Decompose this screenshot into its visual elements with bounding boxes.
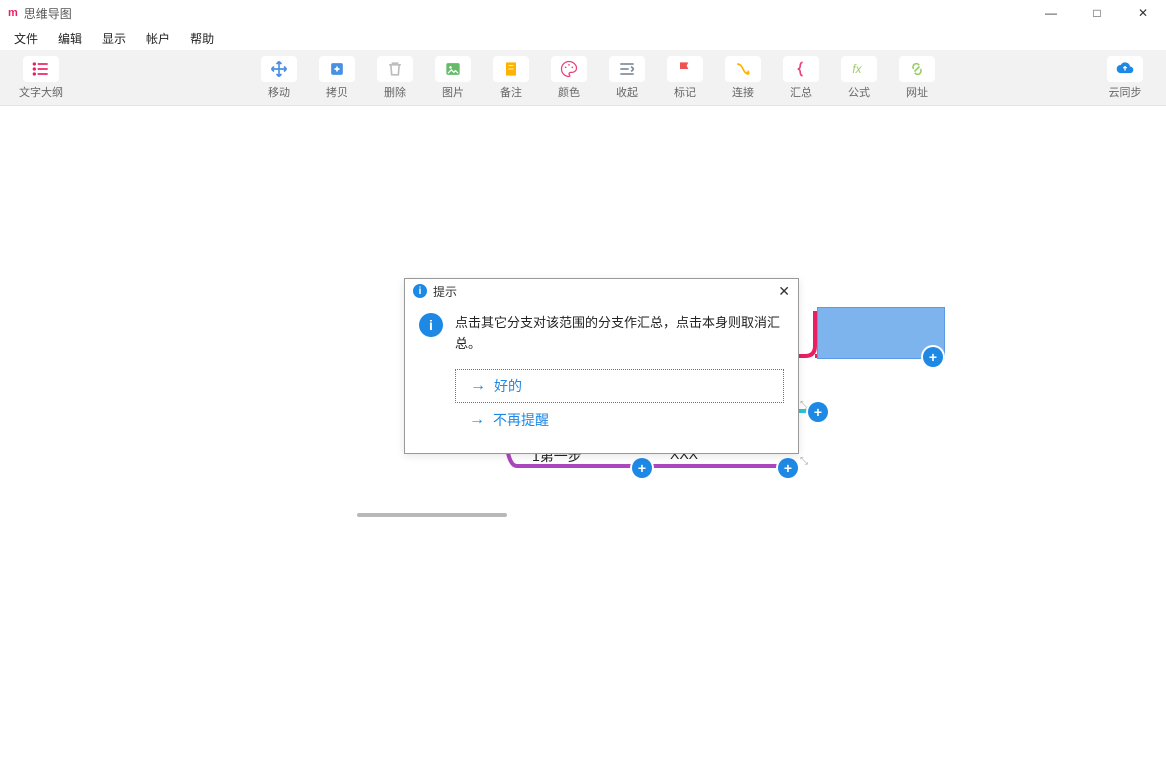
delete-button[interactable]: 删除 bbox=[370, 54, 420, 102]
add-node-button-4[interactable]: + bbox=[778, 458, 798, 478]
dont-remind-button[interactable]: → 不再提醒 bbox=[455, 403, 784, 437]
arrow-right-icon: → bbox=[470, 377, 486, 395]
arrow-right-icon: → bbox=[469, 411, 485, 429]
connect-label: 连接 bbox=[732, 84, 754, 100]
summary-label: 汇总 bbox=[790, 84, 812, 100]
svg-text:fx: fx bbox=[852, 63, 862, 76]
minimize-button[interactable]: — bbox=[1028, 0, 1074, 26]
move-label: 移动 bbox=[268, 84, 290, 100]
url-label: 网址 bbox=[906, 84, 928, 100]
info-icon: i bbox=[419, 313, 443, 337]
palette-icon bbox=[551, 56, 587, 82]
add-node-button-2[interactable]: + bbox=[808, 402, 828, 422]
copy-label: 拷贝 bbox=[326, 84, 348, 100]
ok-label: 好的 bbox=[494, 376, 522, 396]
collapse-icon bbox=[609, 56, 645, 82]
note-icon bbox=[493, 56, 529, 82]
menu-help[interactable]: 帮助 bbox=[180, 28, 224, 49]
dialog-body: i 点击其它分支对该范围的分支作汇总，点击本身则取消汇总。 → 好的 → 不再提… bbox=[405, 303, 798, 453]
brace-icon bbox=[783, 56, 819, 82]
dialog-title: 提示 bbox=[433, 283, 457, 300]
copy-icon bbox=[319, 56, 355, 82]
color-label: 颜色 bbox=[558, 84, 580, 100]
image-icon bbox=[435, 56, 471, 82]
window-controls: — □ ✕ bbox=[1028, 0, 1166, 26]
titlebar: m 思维导图 — □ ✕ bbox=[0, 0, 1166, 26]
menu-account[interactable]: 帐户 bbox=[136, 28, 180, 49]
summary-button[interactable]: 汇总 bbox=[776, 54, 826, 102]
menubar: 文件 编辑 显示 帐户 帮助 bbox=[0, 26, 1166, 50]
copy-button[interactable]: 拷贝 bbox=[312, 54, 362, 102]
tip-dialog: i 提示 ✕ i 点击其它分支对该范围的分支作汇总，点击本身则取消汇总。 → 好… bbox=[404, 278, 799, 454]
menu-edit[interactable]: 编辑 bbox=[48, 28, 92, 49]
outline-label: 文字大纲 bbox=[19, 84, 63, 100]
menu-file[interactable]: 文件 bbox=[4, 28, 48, 49]
app-icon: m bbox=[8, 7, 18, 19]
cloud-label: 云同步 bbox=[1109, 84, 1142, 100]
dialog-message: 点击其它分支对该范围的分支作汇总，点击本身则取消汇总。 bbox=[455, 313, 784, 355]
menu-view[interactable]: 显示 bbox=[92, 28, 136, 49]
note-button[interactable]: 备注 bbox=[486, 54, 536, 102]
cloud-icon bbox=[1107, 56, 1143, 82]
collapse-button[interactable]: 收起 bbox=[602, 54, 652, 102]
connect-icon bbox=[725, 56, 761, 82]
outline-button[interactable]: 文字大纲 bbox=[16, 54, 66, 102]
trash-icon bbox=[377, 56, 413, 82]
formula-button[interactable]: fx 公式 bbox=[834, 54, 884, 102]
cloud-sync-button[interactable]: 云同步 bbox=[1100, 54, 1150, 102]
ok-button[interactable]: → 好的 bbox=[455, 369, 784, 403]
root-branch bbox=[357, 513, 507, 517]
dont-remind-label: 不再提醒 bbox=[493, 410, 549, 430]
move-button[interactable]: 移动 bbox=[254, 54, 304, 102]
link-icon bbox=[899, 56, 935, 82]
add-node-button-1[interactable]: + bbox=[923, 347, 943, 367]
maximize-button[interactable]: □ bbox=[1074, 0, 1120, 26]
formula-icon: fx bbox=[841, 56, 877, 82]
resize-handle-2[interactable]: ⤡ bbox=[800, 456, 808, 467]
add-node-button-3[interactable]: + bbox=[632, 458, 652, 478]
color-button[interactable]: 颜色 bbox=[544, 54, 594, 102]
image-label: 图片 bbox=[442, 84, 464, 100]
collapse-label: 收起 bbox=[616, 84, 638, 100]
resize-handle-1[interactable]: ⤡ bbox=[800, 400, 808, 411]
image-button[interactable]: 图片 bbox=[428, 54, 478, 102]
move-icon bbox=[261, 56, 297, 82]
connect-button[interactable]: 连接 bbox=[718, 54, 768, 102]
list-icon bbox=[23, 56, 59, 82]
dialog-header: i 提示 ✕ bbox=[405, 279, 798, 303]
mark-button[interactable]: 标记 bbox=[660, 54, 710, 102]
note-label: 备注 bbox=[500, 84, 522, 100]
delete-label: 删除 bbox=[384, 84, 406, 100]
flag-icon bbox=[667, 56, 703, 82]
dialog-close-button[interactable]: ✕ bbox=[778, 283, 790, 300]
close-button[interactable]: ✕ bbox=[1120, 0, 1166, 26]
mark-label: 标记 bbox=[674, 84, 696, 100]
formula-label: 公式 bbox=[848, 84, 870, 100]
info-icon-small: i bbox=[413, 284, 427, 298]
url-button[interactable]: 网址 bbox=[892, 54, 942, 102]
app-title: 思维导图 bbox=[24, 5, 72, 22]
toolbar: 文字大纲 移动 拷贝 删除 图片 备注 颜色 收起 标记 连接 汇总 bbox=[0, 50, 1166, 106]
